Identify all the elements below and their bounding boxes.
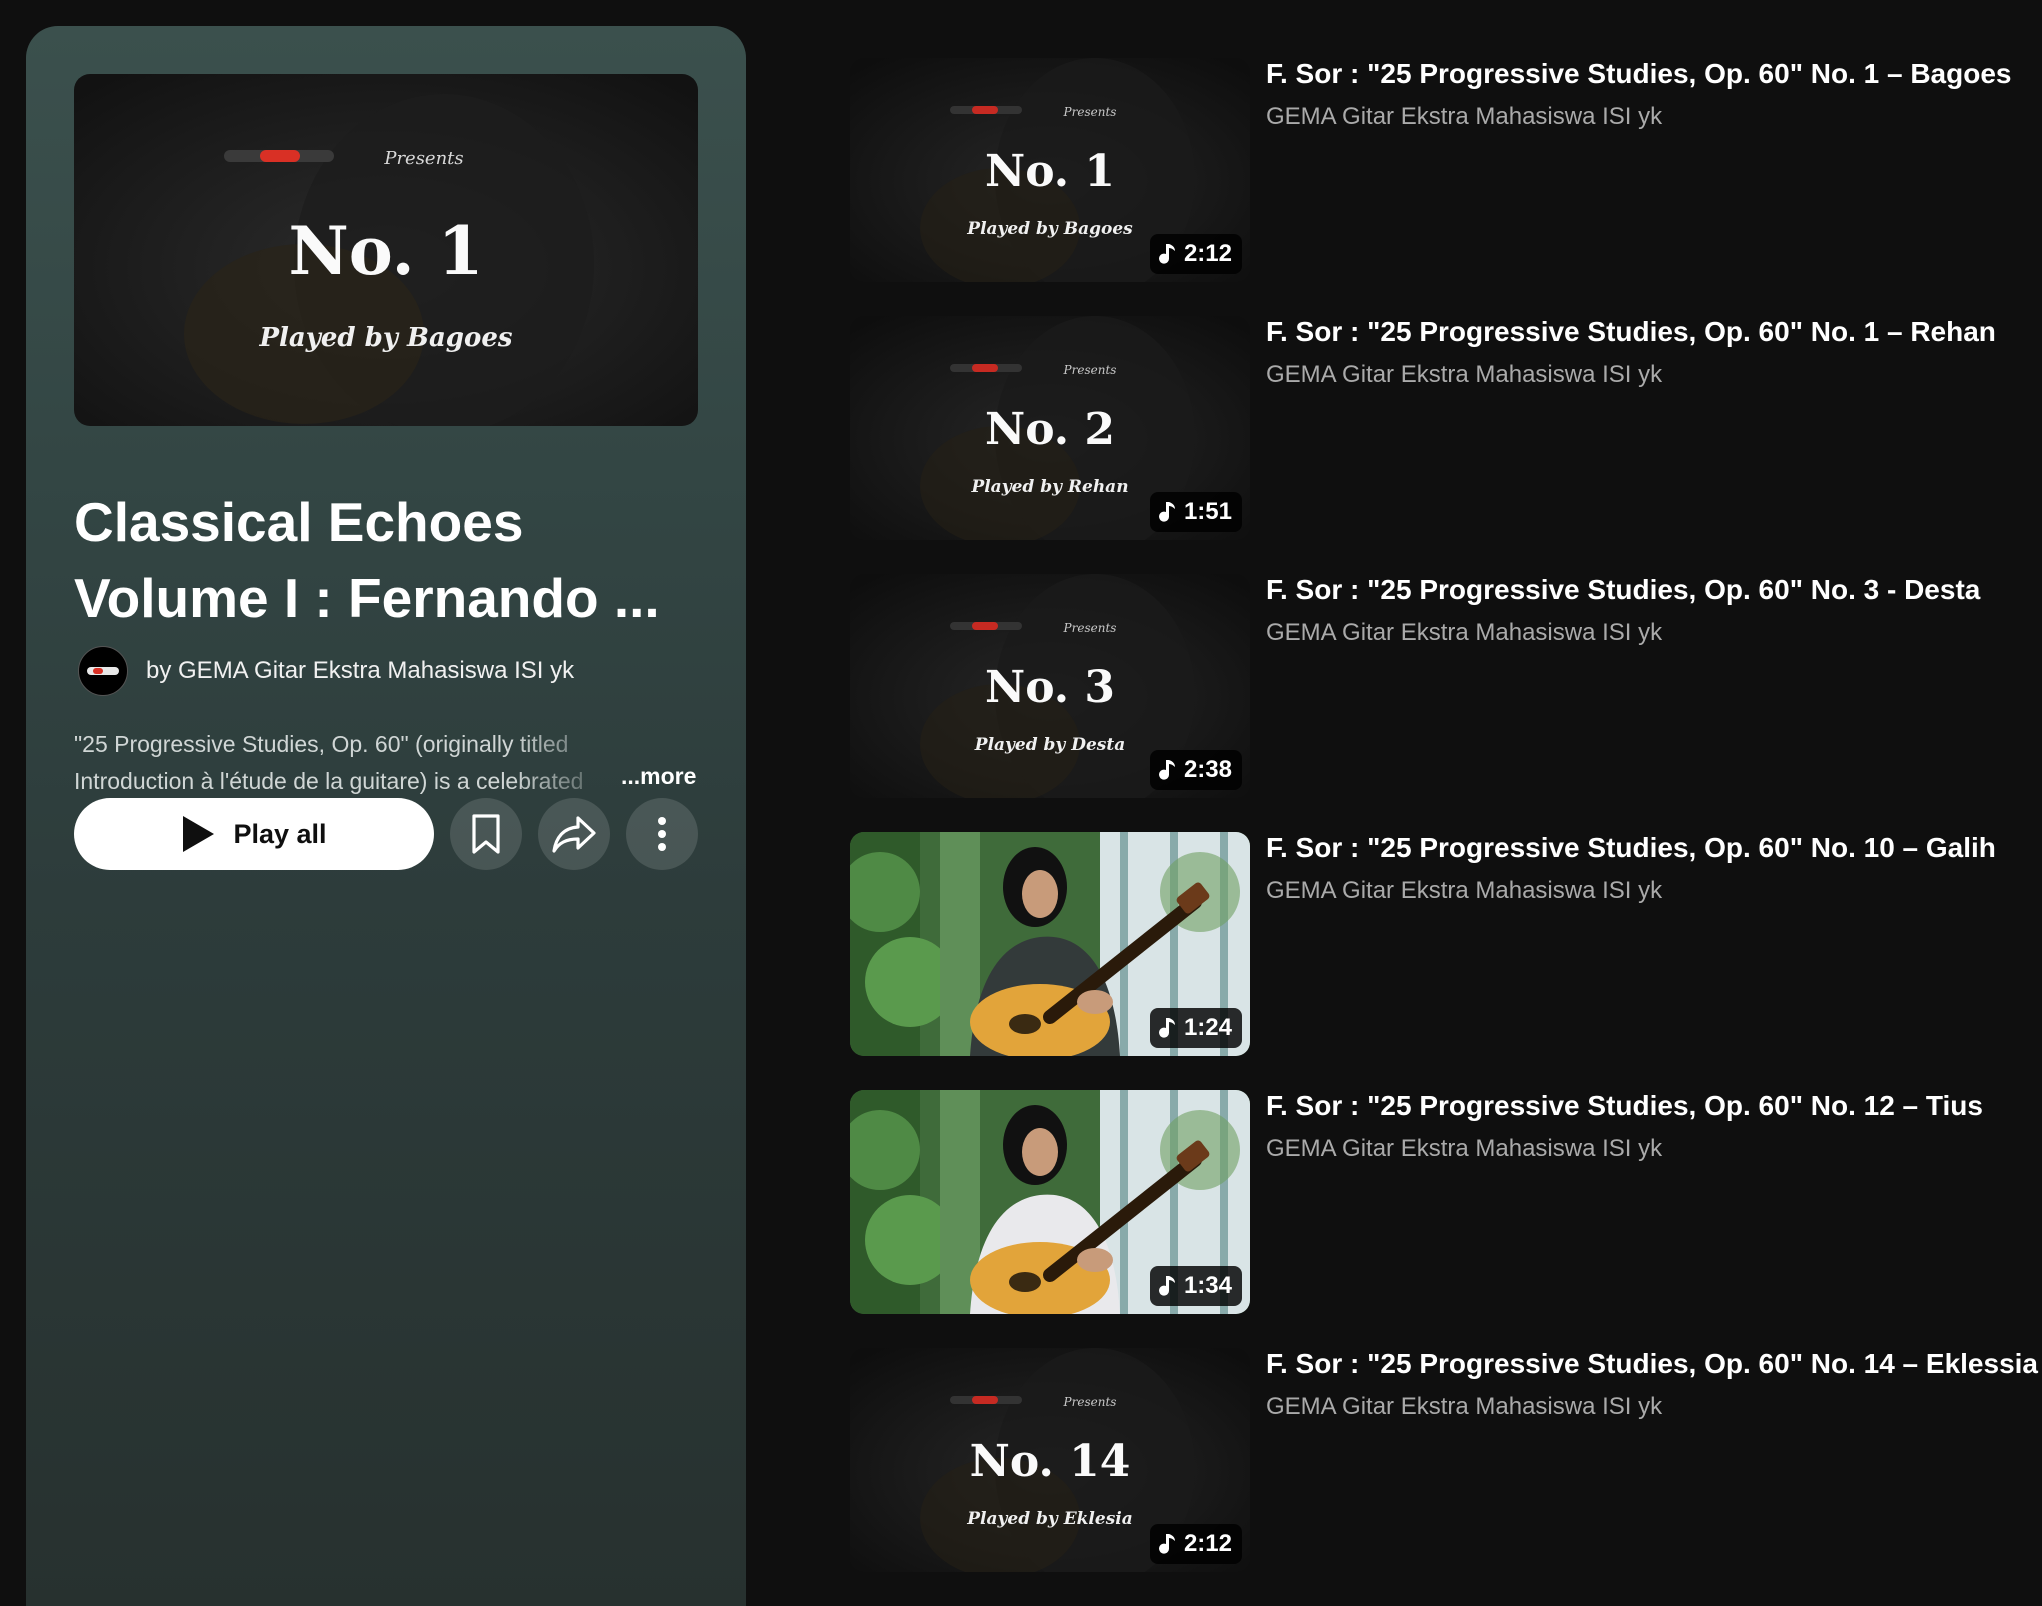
- hero-played-by-text: Played by Bagoes: [258, 323, 512, 353]
- video-title[interactable]: F. Sor : "25 Progressive Studies, Op. 60…: [1266, 832, 1996, 864]
- playlist-header-panel: Presents No. 1 Played by Bagoes Classica…: [26, 26, 746, 1606]
- video-channel-name[interactable]: GEMA Gitar Ekstra Mahasiswa ISI yk: [1266, 361, 1662, 389]
- video-list-item[interactable]: 1:24 F. Sor : "25 Progressive Studies, Op…: [850, 832, 2000, 1058]
- video-title[interactable]: F. Sor : "25 Progressive Studies, Op. 60…: [1266, 574, 1980, 606]
- duration-badge: 1:51: [1149, 492, 1242, 532]
- music-note-icon: [1158, 758, 1176, 782]
- playlist-description: "25 Progressive Studies, Op. 60" (origin…: [74, 726, 622, 800]
- duration-text: 1:24: [1183, 1014, 1232, 1041]
- playlist-thumbnail[interactable]: Presents No. 1 Played by Bagoes: [74, 74, 698, 426]
- video-thumbnail[interactable]: Presents No. 14 Played by Eklesia 2:12: [850, 1348, 1250, 1572]
- share-icon: [552, 816, 596, 853]
- thumbnail-number-text: No. 14: [970, 1436, 1131, 1487]
- more-vertical-icon: [658, 817, 666, 851]
- play-icon: [181, 815, 215, 853]
- description-line-2: Introduction à l'étude de la guitare) is…: [74, 768, 584, 794]
- duration-text: 1:34: [1183, 1272, 1232, 1299]
- video-list-item[interactable]: 1:34 F. Sor : "25 Progressive Studies, Op…: [850, 1090, 2000, 1316]
- avatar[interactable]: [78, 646, 128, 696]
- thumbnail-number-text: No. 1: [985, 146, 1115, 197]
- video-channel-name[interactable]: GEMA Gitar Ekstra Mahasiswa ISI yk: [1266, 103, 1662, 131]
- hero-presents-text: Presents: [383, 148, 463, 169]
- video-list-item[interactable]: Presents No. 1 Played by Bagoes 2:12 F. S…: [850, 58, 2011, 284]
- play-all-button[interactable]: Play all: [74, 798, 434, 870]
- thumbnail-played-by-text: Played by Rehan: [970, 477, 1128, 497]
- video-title[interactable]: F. Sor : "25 Progressive Studies, Op. 60…: [1266, 1348, 2038, 1380]
- thumbnail-presents-text: Presents: [1063, 621, 1117, 635]
- duration-badge: 2:38: [1149, 750, 1242, 790]
- bookmark-icon: [472, 814, 500, 854]
- video-channel-name[interactable]: GEMA Gitar Ekstra Mahasiswa ISI yk: [1266, 877, 1662, 905]
- music-note-icon: [1158, 1274, 1176, 1298]
- playlist-title-line-1: Classical Echoes: [74, 491, 524, 553]
- video-channel-name[interactable]: GEMA Gitar Ekstra Mahasiswa ISI yk: [1266, 1393, 1662, 1421]
- thumbnail-played-by-text: Played by Desta: [974, 735, 1125, 755]
- music-note-icon: [1158, 500, 1176, 524]
- thumbnail-played-by-text: Played by Bagoes: [966, 219, 1133, 239]
- video-channel-name[interactable]: GEMA Gitar Ekstra Mahasiswa ISI yk: [1266, 1135, 1662, 1163]
- play-all-label: Play all: [233, 818, 327, 849]
- thumbnail-number-text: No. 2: [985, 404, 1115, 455]
- thumbnail-played-by-text: Played by Eklesia: [966, 1509, 1133, 1529]
- video-thumbnail[interactable]: Presents No. 2 Played by Rehan 1:51: [850, 316, 1250, 540]
- description-more-link[interactable]: ...more: [621, 763, 696, 790]
- video-list-item[interactable]: Presents No. 2 Played by Rehan 1:51 F. So…: [850, 316, 2000, 542]
- music-note-icon: [1158, 1532, 1176, 1556]
- music-note-icon: [1158, 242, 1176, 266]
- thumbnail-number-text: No. 3: [985, 662, 1115, 713]
- playlist-thumbnail-image: Presents No. 1 Played by Bagoes: [74, 74, 698, 426]
- playlist-title-line-2: Volume I : Fernando ...: [74, 567, 660, 629]
- thumbnail-presents-text: Presents: [1063, 105, 1117, 119]
- duration-text: 2:12: [1183, 1530, 1232, 1557]
- duration-text: 2:38: [1183, 756, 1232, 783]
- save-playlist-button[interactable]: [450, 798, 522, 870]
- video-title[interactable]: F. Sor : "25 Progressive Studies, Op. 60…: [1266, 1090, 1983, 1122]
- duration-badge: 1:34: [1149, 1266, 1242, 1306]
- channel-logo-icon: [87, 667, 119, 675]
- video-list-item[interactable]: Presents No. 14 Played by Eklesia 2:12 F.…: [850, 1348, 2038, 1574]
- more-actions-button[interactable]: [626, 798, 698, 870]
- playlist-owner-name[interactable]: by GEMA Gitar Ekstra Mahasiswa ISI yk: [146, 657, 574, 685]
- video-thumbnail[interactable]: Presents No. 1 Played by Bagoes 2:12: [850, 58, 1250, 282]
- video-thumbnail[interactable]: 1:34: [850, 1090, 1250, 1314]
- duration-badge: 2:12: [1149, 234, 1242, 274]
- video-thumbnail[interactable]: 1:24: [850, 832, 1250, 1056]
- thumbnail-presents-text: Presents: [1063, 363, 1117, 377]
- video-title[interactable]: F. Sor : "25 Progressive Studies, Op. 60…: [1266, 316, 1996, 348]
- playlist-owner[interactable]: by GEMA Gitar Ekstra Mahasiswa ISI yk: [78, 646, 574, 696]
- video-list-item[interactable]: Presents No. 3 Played by Desta 2:38 F. So…: [850, 574, 2000, 800]
- share-button[interactable]: [538, 798, 610, 870]
- video-thumbnail[interactable]: Presents No. 3 Played by Desta 2:38: [850, 574, 1250, 798]
- music-note-icon: [1158, 1016, 1176, 1040]
- duration-badge: 2:12: [1149, 1524, 1242, 1564]
- description-line-1: "25 Progressive Studies, Op. 60" (origin…: [74, 731, 569, 757]
- video-channel-name[interactable]: GEMA Gitar Ekstra Mahasiswa ISI yk: [1266, 619, 1662, 647]
- duration-text: 2:12: [1183, 240, 1232, 267]
- video-title[interactable]: F. Sor : "25 Progressive Studies, Op. 60…: [1266, 58, 2011, 90]
- thumbnail-presents-text: Presents: [1063, 1395, 1117, 1409]
- playlist-title: Classical Echoes Volume I : Fernando ...: [74, 484, 704, 636]
- hero-number-text: No. 1: [288, 212, 483, 290]
- duration-text: 1:51: [1183, 498, 1232, 525]
- duration-badge: 1:24: [1149, 1008, 1242, 1048]
